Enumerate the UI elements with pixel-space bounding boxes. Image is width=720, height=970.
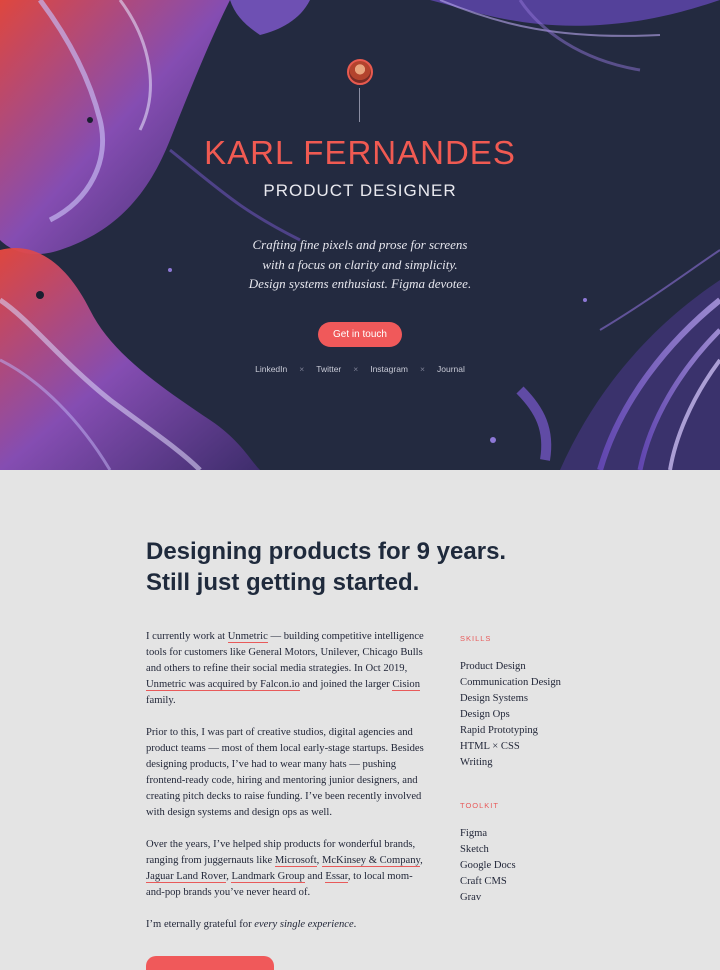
- text: ,: [420, 855, 423, 866]
- separator-icon: ×: [299, 364, 305, 374]
- headline-line: Designing products for 9 years.: [146, 538, 507, 565]
- tagline-line: Design systems enthusiast. Figma devotee…: [248, 276, 472, 291]
- about-section: Designing products for 9 years. Still ju…: [0, 470, 720, 970]
- social-link-instagram[interactable]: Instagram: [370, 364, 408, 374]
- list-item: Google Docs: [460, 860, 516, 871]
- list-item: Craft CMS: [460, 876, 507, 887]
- essar-link[interactable]: Essar: [325, 871, 348, 883]
- list-item: Design Systems: [460, 693, 528, 704]
- separator-icon: ×: [353, 364, 359, 374]
- text: I currently work at: [146, 631, 228, 642]
- jaguar-land-rover-link[interactable]: Jaguar Land Rover: [146, 871, 227, 883]
- partial-cta-button[interactable]: [146, 956, 274, 970]
- emphasis-text: every single experience: [254, 919, 354, 930]
- list-item: HTML × CSS: [460, 741, 520, 752]
- social-link-journal[interactable]: Journal: [437, 364, 465, 374]
- acquisition-link[interactable]: Unmetric was acquired by Falcon.io: [146, 679, 300, 691]
- landmark-group-link[interactable]: Landmark Group: [231, 871, 305, 883]
- page-title: KARL FERNANDES: [204, 134, 516, 171]
- sidebar-lists: SKILLS Product Design Communication Desi…: [460, 634, 640, 936]
- social-link-twitter[interactable]: Twitter: [316, 364, 341, 374]
- bio-paragraph: Prior to this, I was part of creative st…: [146, 727, 424, 818]
- skills-heading: SKILLS: [460, 634, 492, 643]
- about-headline: Designing products for 9 years. Still ju…: [146, 536, 506, 598]
- avatar-divider-line: [359, 88, 360, 122]
- unmetric-link[interactable]: Unmetric: [227, 631, 268, 643]
- mckinsey-link[interactable]: McKinsey & Company: [321, 855, 421, 867]
- tagline-line: Crafting fine pixels and prose for scree…: [252, 237, 468, 252]
- text: and: [304, 871, 326, 882]
- list-item: Sketch: [460, 844, 489, 855]
- bio-paragraph: Over the years, I’ve helped ship product…: [146, 837, 426, 901]
- social-links: LinkedIn × Twitter × Instagram × Journal: [0, 364, 720, 374]
- list-item: Writing: [460, 757, 493, 768]
- microsoft-link[interactable]: Microsoft: [274, 855, 317, 867]
- text: .: [353, 919, 357, 930]
- toolkit-list: Figma Sketch Google Docs Craft CMS Grav: [460, 826, 640, 906]
- text: family.: [146, 695, 176, 706]
- bio-paragraph: I’m eternally grateful for every single …: [146, 917, 426, 933]
- list-item: Figma: [460, 828, 488, 839]
- bio-paragraph: I currently work at Unmetric — building …: [146, 629, 426, 709]
- list-item: Grav: [460, 892, 482, 903]
- tagline-line: with a focus on clarity and simplicity.: [262, 256, 458, 272]
- list-item: Communication Design: [460, 677, 561, 688]
- hero-section: KARL FERNANDES PRODUCT DESIGNER Crafting…: [0, 0, 720, 470]
- social-link-linkedin[interactable]: LinkedIn: [255, 364, 287, 374]
- tagline: Crafting fine pixels and prose for scree…: [0, 235, 720, 294]
- headline-line: Still just getting started.: [146, 569, 420, 596]
- separator-icon: ×: [420, 364, 425, 374]
- list-item: Product Design: [460, 661, 526, 672]
- text: I’m eternally grateful for: [146, 919, 255, 930]
- text: and joined the larger: [299, 679, 393, 690]
- cision-link[interactable]: Cision: [392, 679, 420, 691]
- list-item: Rapid Prototyping: [460, 725, 538, 736]
- get-in-touch-button[interactable]: Get in touch: [318, 322, 402, 347]
- hero-content: KARL FERNANDES PRODUCT DESIGNER Crafting…: [0, 0, 720, 470]
- toolkit-heading: TOOLKIT: [460, 801, 499, 810]
- bio-text: I currently work at Unmetric — building …: [146, 629, 426, 949]
- avatar: [347, 59, 373, 85]
- list-item: Design Ops: [460, 709, 510, 720]
- job-title: PRODUCT DESIGNER: [263, 181, 457, 200]
- skills-list: Product Design Communication Design Desi…: [460, 659, 640, 771]
